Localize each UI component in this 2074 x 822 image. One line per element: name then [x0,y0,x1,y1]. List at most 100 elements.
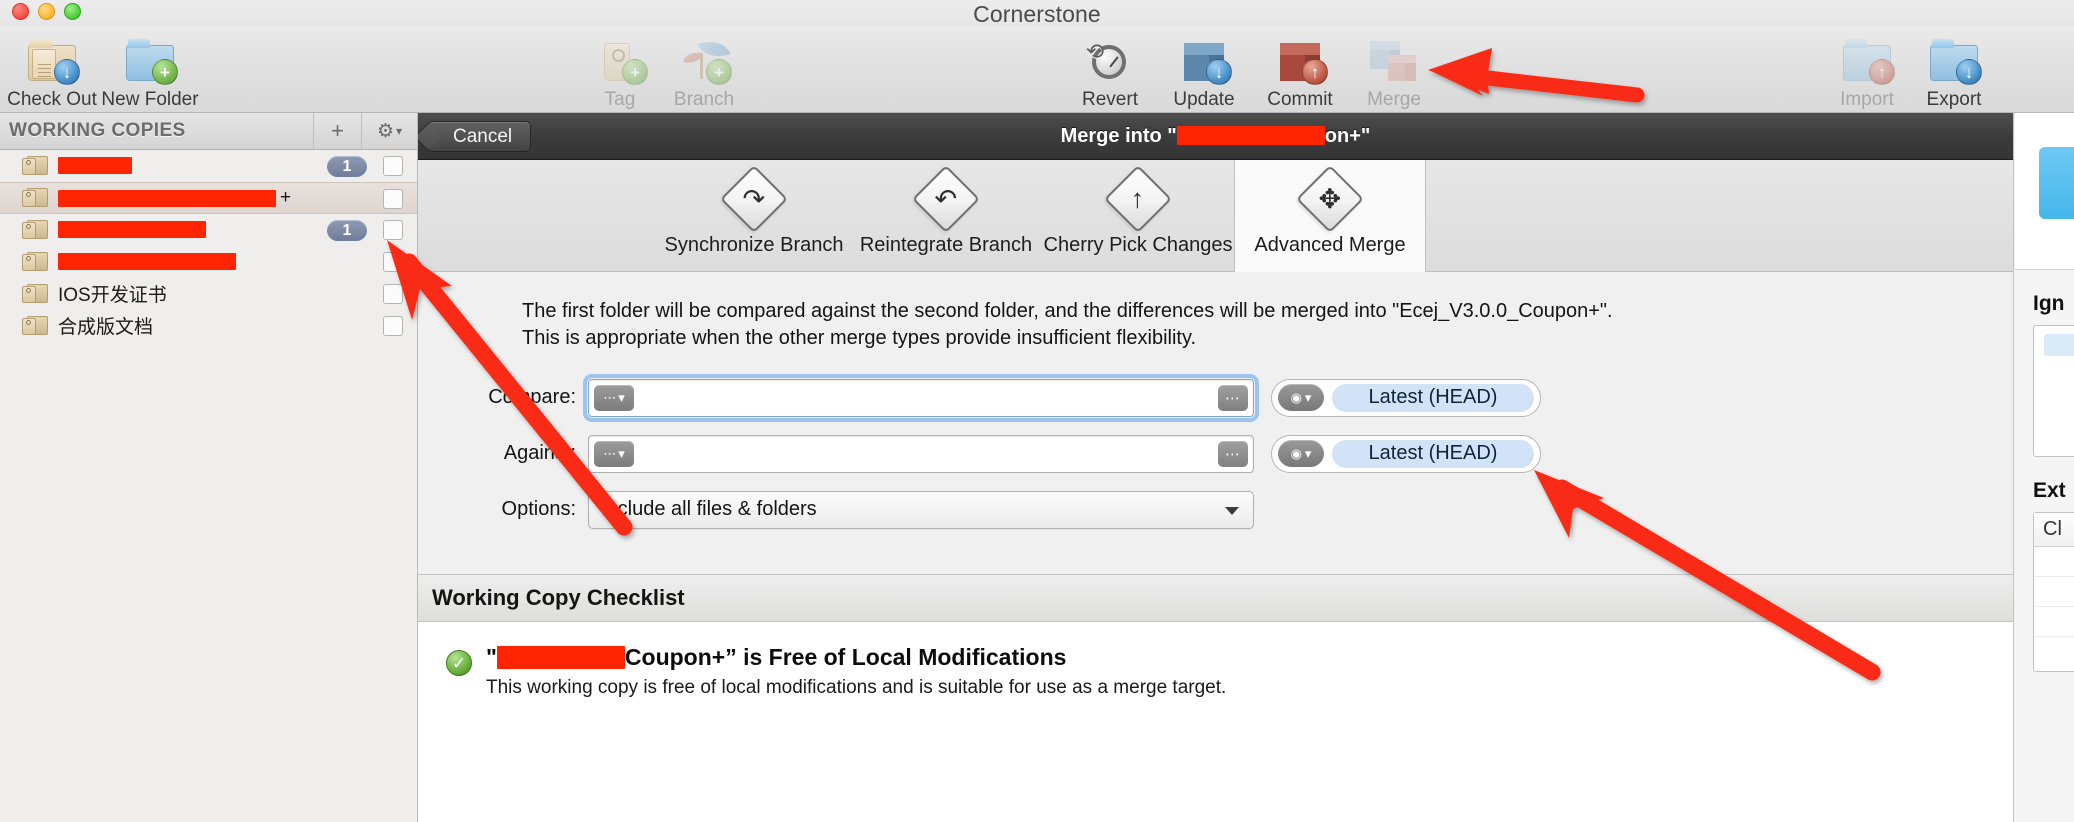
clock-icon: ◉ [1290,389,1302,405]
compare-revision-value: Latest (HEAD) [1332,383,1534,412]
against-row: Against: ⋯ ▾ ⋯ ◉ ▾ Latest (HEAD) [418,431,2013,477]
revision-kind-dropdown[interactable]: ◉ ▾ [1278,440,1324,468]
sidebar-item-working-copy-4[interactable] [0,246,417,278]
tab-glyph: ✥ [1318,183,1342,214]
inspector-sections: Ign Ext Cl [2015,270,2074,672]
up-arrow-diamond-icon: ↑ [1104,165,1172,233]
compare-row: Compare: ⋯ ▾ ⋯ ◉ ▾ Latest (HEAD) [418,373,2013,422]
toolbar-label: Branch [673,89,735,110]
ignore-list[interactable] [2033,325,2074,457]
sidebar-title: WORKING COPIES [9,120,186,141]
row-checkbox[interactable] [383,156,403,176]
toolbar-button-update[interactable]: ↓ Update [1152,33,1256,111]
preview-thumbnail [2039,147,2074,219]
clock-icon: ◉ [1290,445,1302,461]
merge-sheet-title: Merge into " on+" [418,125,2013,148]
against-browse-button[interactable]: ⋯ [1218,440,1248,467]
externals-table[interactable]: Cl [2033,512,2074,672]
sidebar-item-working-copy-3[interactable]: 1 [0,214,417,246]
externals-table-header: Cl [2034,513,2074,547]
plus-icon: + [331,118,344,143]
tab-glyph: ↑ [1131,183,1145,214]
redacted-label [58,189,276,207]
table-row[interactable] [2034,577,2074,607]
compare-source-dropdown[interactable]: ⋯ ▾ [594,384,634,411]
check-glyph: ✓ [451,653,467,673]
merge-title-suffix: on+" [1324,124,1371,147]
revert-clock-icon: ⟳ [1082,35,1138,85]
window-titlebar: Cornerstone [0,0,2074,30]
row-checkbox[interactable] [383,189,403,209]
status-badge: 1 [327,220,367,241]
merge-title-prefix: Merge into " [1060,124,1177,147]
locked-folder-icon [22,314,50,338]
export-folder-icon: ↓ [1926,35,1982,85]
merge-type-tabs: ↷ Synchronize Branch ↶ Reintegrate Branc… [418,160,2013,272]
toolbar-button-commit[interactable]: ↑ Commit [1248,33,1352,111]
table-row[interactable] [2034,547,2074,577]
redacted-label [58,253,236,270]
merge-description: The first folder will be compared agains… [418,272,2013,353]
tag-add-icon: + [592,35,648,85]
merge-description-line-2: This is appropriate when the other merge… [522,327,1197,350]
toolbar-button-check-out[interactable]: ↓ Check Out [0,33,104,111]
against-revision-value: Latest (HEAD) [1332,439,1534,468]
working-copies-sidebar: WORKING COPIES + ⚙ ▾ 1 + 1 IOS开发证书 合成版文档 [0,112,418,822]
toolbar-button-revert[interactable]: ⟳ Revert [1058,33,1162,111]
branch-add-icon: + [676,35,732,85]
dots-icon: ⋯ [603,389,617,405]
redacted-label [58,157,132,174]
update-box-down-icon: ↓ [1176,35,1232,85]
sidebar-item-working-copy-2[interactable]: + [0,182,417,214]
toolbar-button-merge[interactable]: Merge [1342,33,1446,111]
sidebar-settings-button[interactable]: ⚙ ▾ [361,112,417,150]
toolbar-label: Commit [1267,89,1333,110]
toolbar-label: Import [1840,89,1894,110]
row-checkbox[interactable] [383,316,403,336]
tab-cherry-pick-changes[interactable]: ↑ Cherry Pick Changes [1042,160,1234,272]
row-checkbox[interactable] [383,252,403,272]
toolbar-label: New Folder [101,89,199,110]
row-checkbox[interactable] [383,220,403,240]
sidebar-item-composite-docs[interactable]: 合成版文档 [0,310,417,342]
compare-revision-selector[interactable]: ◉ ▾ Latest (HEAD) [1271,378,1541,417]
against-input[interactable]: ⋯ ▾ ⋯ [588,434,1254,473]
sidebar-item-label: IOS开发证书 [58,285,167,306]
working-copy-checklist-body: ✓ " Coupon+” is Free of Local Modificatio… [418,622,2013,822]
sidebar-item-working-copy-1[interactable]: 1 [0,150,417,182]
options-select[interactable]: Include all files & folders [588,490,1254,529]
compare-browse-button[interactable]: ⋯ [1218,384,1248,411]
against-revision-selector[interactable]: ◉ ▾ Latest (HEAD) [1271,434,1541,473]
row-checkbox[interactable] [383,284,403,304]
toolbar-button-branch[interactable]: + Branch [652,33,756,111]
tab-synchronize-branch[interactable]: ↷ Synchronize Branch [658,160,850,272]
add-working-copy-button[interactable]: + [313,112,361,150]
tab-glyph: ↶ [934,183,958,214]
table-row[interactable] [2034,607,2074,637]
locked-folder-icon [22,218,50,242]
checklist-item: ✓ " Coupon+” is Free of Local Modificatio… [446,644,2013,699]
checklist-title-suffix: Coupon+” is Free of Local Modifications [624,644,1067,670]
tab-advanced-merge[interactable]: ✥ Advanced Merge [1234,160,1426,272]
toolbar-button-export[interactable]: ↓ Export [1902,33,2006,111]
sidebar-header: WORKING COPIES + ⚙ ▾ [0,112,417,150]
chevron-down-icon: ▾ [618,389,625,405]
revision-kind-dropdown[interactable]: ◉ ▾ [1278,384,1324,412]
compare-input[interactable]: ⋯ ▾ ⋯ [583,373,1259,422]
against-label: Against: [503,442,576,465]
sidebar-item-ios-cert[interactable]: IOS开发证书 [0,278,417,310]
toolbar-label: Merge [1367,89,1421,110]
new-folder-icon: + [122,35,178,85]
commit-box-up-icon: ↑ [1272,35,1328,85]
ignore-chip [2044,334,2074,356]
main-toolbar: ↓ Check Out + New Folder + Tag + Branch [0,27,2074,113]
against-source-dropdown[interactable]: ⋯ ▾ [594,440,634,467]
toolbar-label: Check Out [7,89,97,110]
window-title: Cornerstone [973,1,1101,27]
dots-icon: ⋯ [603,445,617,461]
toolbar-label: Export [1926,89,1982,110]
tab-label: Advanced Merge [1254,234,1406,256]
chevron-down-icon: ▾ [1304,389,1312,405]
tab-reintegrate-branch[interactable]: ↶ Reintegrate Branch [850,160,1042,272]
toolbar-button-new-folder[interactable]: + New Folder [98,33,202,111]
